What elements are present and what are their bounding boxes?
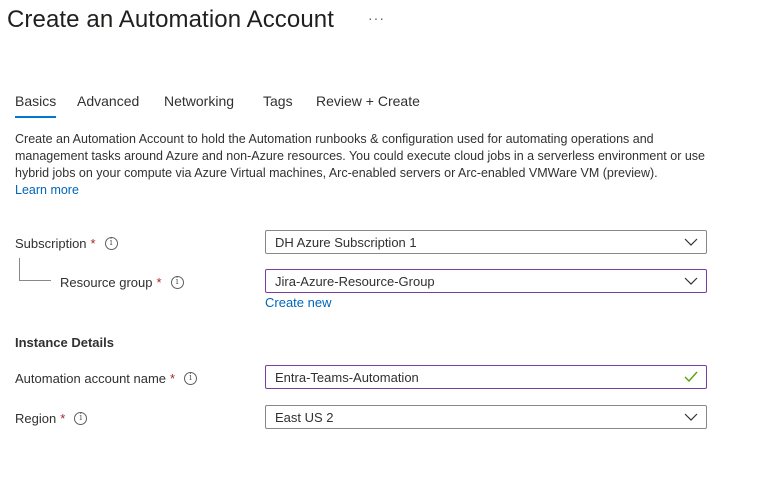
subscription-label: Subscription * i: [15, 233, 118, 253]
info-icon[interactable]: i: [74, 411, 88, 425]
region-label-text: Region: [15, 410, 57, 426]
tab-basics[interactable]: Basics: [15, 93, 57, 118]
tab-tags[interactable]: Tags: [263, 93, 293, 117]
account-name-label-text: Automation account name: [15, 370, 167, 386]
info-icon[interactable]: i: [170, 275, 184, 289]
resource-group-label-text: Resource group: [60, 274, 153, 290]
instance-details-heading: Instance Details: [15, 335, 114, 350]
info-icon[interactable]: i: [104, 236, 118, 250]
account-name-label: Automation account name * i: [15, 368, 198, 388]
required-marker: *: [156, 274, 162, 290]
required-marker: *: [60, 410, 66, 426]
region-label: Region * i: [15, 408, 88, 428]
tree-connector-horizontal: [19, 280, 51, 281]
subscription-dropdown[interactable]: DH Azure Subscription 1: [265, 230, 707, 254]
chevron-down-icon: [683, 409, 699, 425]
page-title: Create an Automation Account: [7, 6, 335, 33]
tab-advanced[interactable]: Advanced: [77, 93, 139, 117]
region-dropdown[interactable]: East US 2: [265, 405, 707, 429]
tab-review-create[interactable]: Review + Create: [316, 93, 420, 117]
subscription-value: DH Azure Subscription 1: [275, 234, 417, 250]
description: Create an Automation Account to hold the…: [15, 131, 730, 199]
chevron-down-icon: [683, 273, 699, 289]
required-marker: *: [90, 235, 96, 251]
resource-group-value: Jira-Azure-Resource-Group: [275, 273, 435, 289]
tree-connector-vertical: [19, 258, 20, 280]
account-name-input[interactable]: Entra-Teams-Automation: [265, 365, 707, 389]
region-value: East US 2: [275, 409, 334, 425]
learn-more-link[interactable]: Learn more: [15, 183, 79, 197]
required-marker: *: [170, 370, 176, 386]
description-text: Create an Automation Account to hold the…: [15, 132, 705, 180]
tab-networking[interactable]: Networking: [164, 93, 234, 117]
info-icon[interactable]: i: [184, 371, 198, 385]
chevron-down-icon: [683, 234, 699, 250]
more-options-button[interactable]: ···: [368, 10, 385, 26]
resource-group-dropdown[interactable]: Jira-Azure-Resource-Group: [265, 269, 707, 293]
resource-group-label: Resource group * i: [60, 272, 184, 292]
account-name-value: Entra-Teams-Automation: [275, 369, 419, 385]
create-new-resource-group-link[interactable]: Create new: [265, 295, 331, 310]
subscription-label-text: Subscription: [15, 235, 87, 251]
checkmark-icon: [683, 369, 699, 385]
